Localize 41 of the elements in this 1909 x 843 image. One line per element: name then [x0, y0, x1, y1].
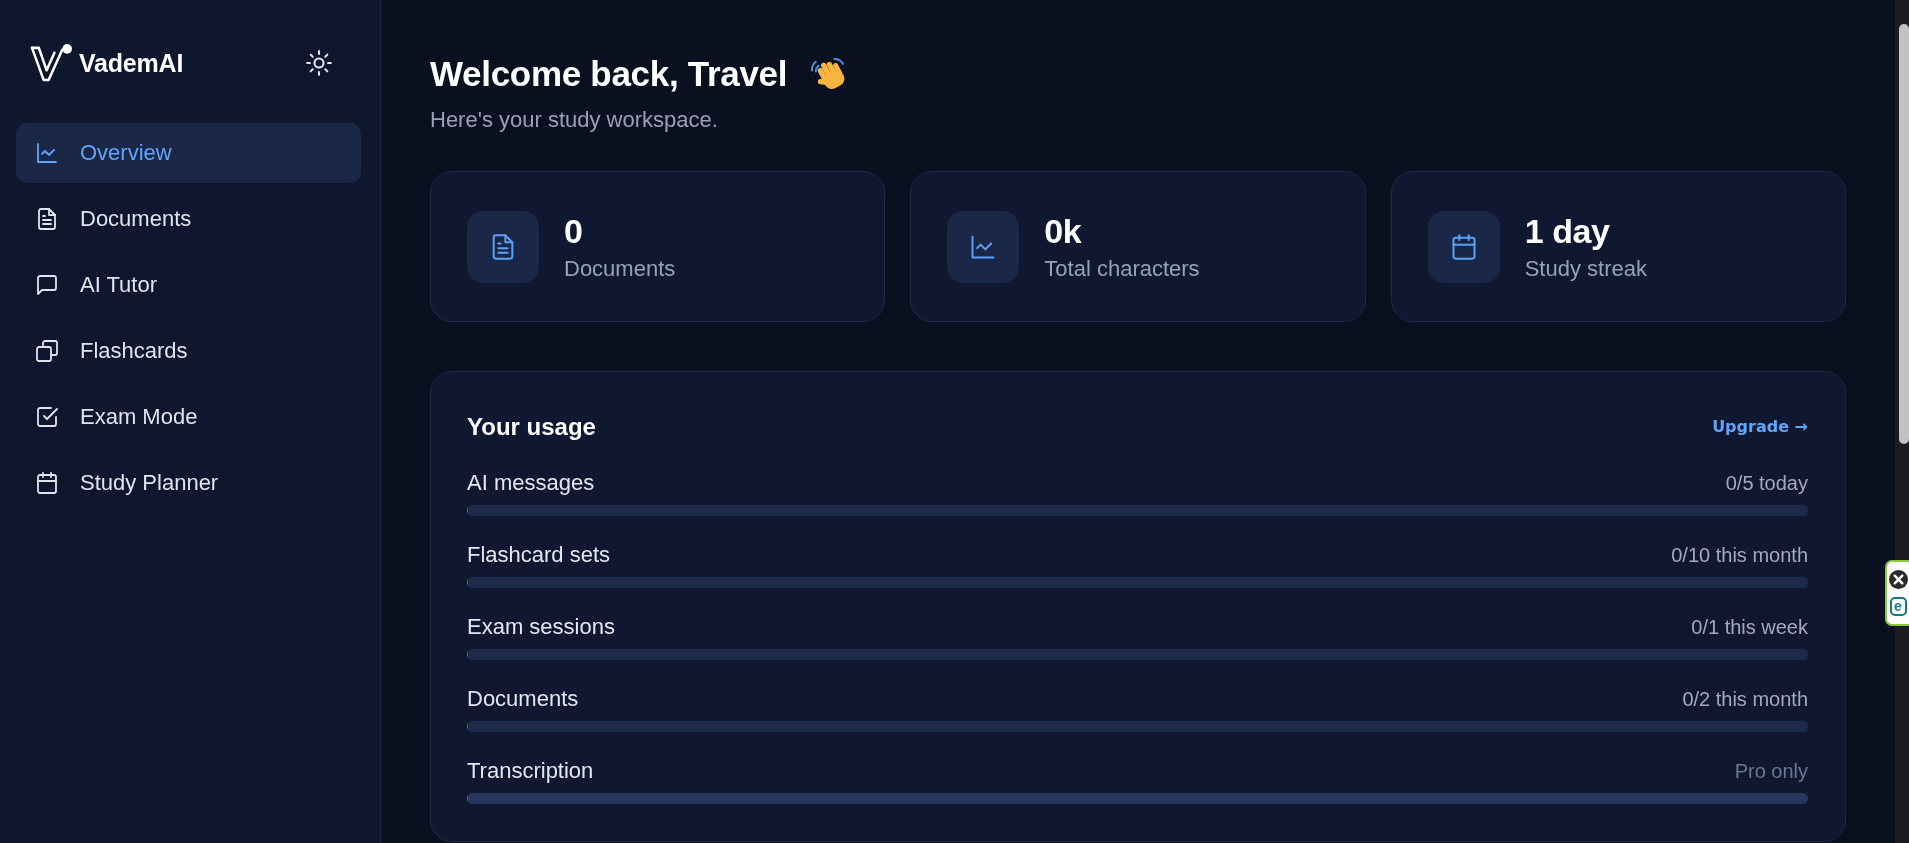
welcome-subtitle: Here's your study workspace. — [430, 106, 719, 134]
scrollbar-thumb[interactable] — [1899, 24, 1909, 444]
nav-item[interactable]: Flashcards — [16, 321, 361, 381]
usage-reading: Pro only — [1734, 759, 1808, 783]
nav-item[interactable]: Overview — [16, 123, 361, 183]
stacked-cards-icon — [36, 340, 58, 362]
checkbox-icon — [36, 406, 58, 428]
usage-label: Documents — [467, 686, 579, 712]
stat-value: 0 — [564, 211, 584, 251]
logo-icon — [30, 43, 75, 83]
nav-item[interactable]: Study Planner — [16, 453, 361, 513]
usage-label: Flashcard sets — [467, 542, 611, 568]
usage-reading: 0/5 today — [1725, 471, 1808, 495]
brand-name: VademAI — [79, 48, 185, 79]
line-chart-icon — [947, 210, 1020, 283]
usage-title: Your usage — [467, 412, 596, 442]
close-icon[interactable] — [1888, 570, 1908, 589]
usage-label: Exam sessions — [467, 614, 615, 640]
nav-item[interactable]: AI Tutor — [16, 255, 361, 315]
usage-reading: 0/10 this month — [1671, 543, 1808, 567]
stat-label: Study streak — [1524, 256, 1647, 282]
line-chart-icon — [36, 142, 58, 164]
sun-icon[interactable] — [306, 50, 332, 76]
extension-logo[interactable]: e — [1889, 597, 1907, 616]
usage-label: AI messages — [467, 470, 595, 496]
upgrade-link[interactable]: Upgrade → — [1712, 416, 1808, 438]
calendar-icon — [1427, 210, 1500, 283]
usage-reading: 0/2 this month — [1682, 687, 1808, 711]
nav-item[interactable]: Documents — [16, 189, 361, 249]
usage-reading: 0/1 this week — [1691, 615, 1808, 639]
document-icon — [36, 208, 58, 230]
stat-value: 1 day — [1524, 211, 1611, 251]
stat-label: Documents — [564, 256, 676, 282]
document-icon — [467, 210, 539, 283]
stat-value: 0k — [1044, 211, 1083, 251]
chat-bubble-icon — [36, 274, 58, 296]
welcome-heading: Welcome back, Travel — [430, 53, 788, 95]
nav-item[interactable]: Exam Mode — [16, 387, 361, 447]
calendar-icon — [36, 472, 58, 494]
stat-label: Total characters — [1044, 256, 1200, 282]
usage-label: Transcription — [467, 758, 594, 784]
